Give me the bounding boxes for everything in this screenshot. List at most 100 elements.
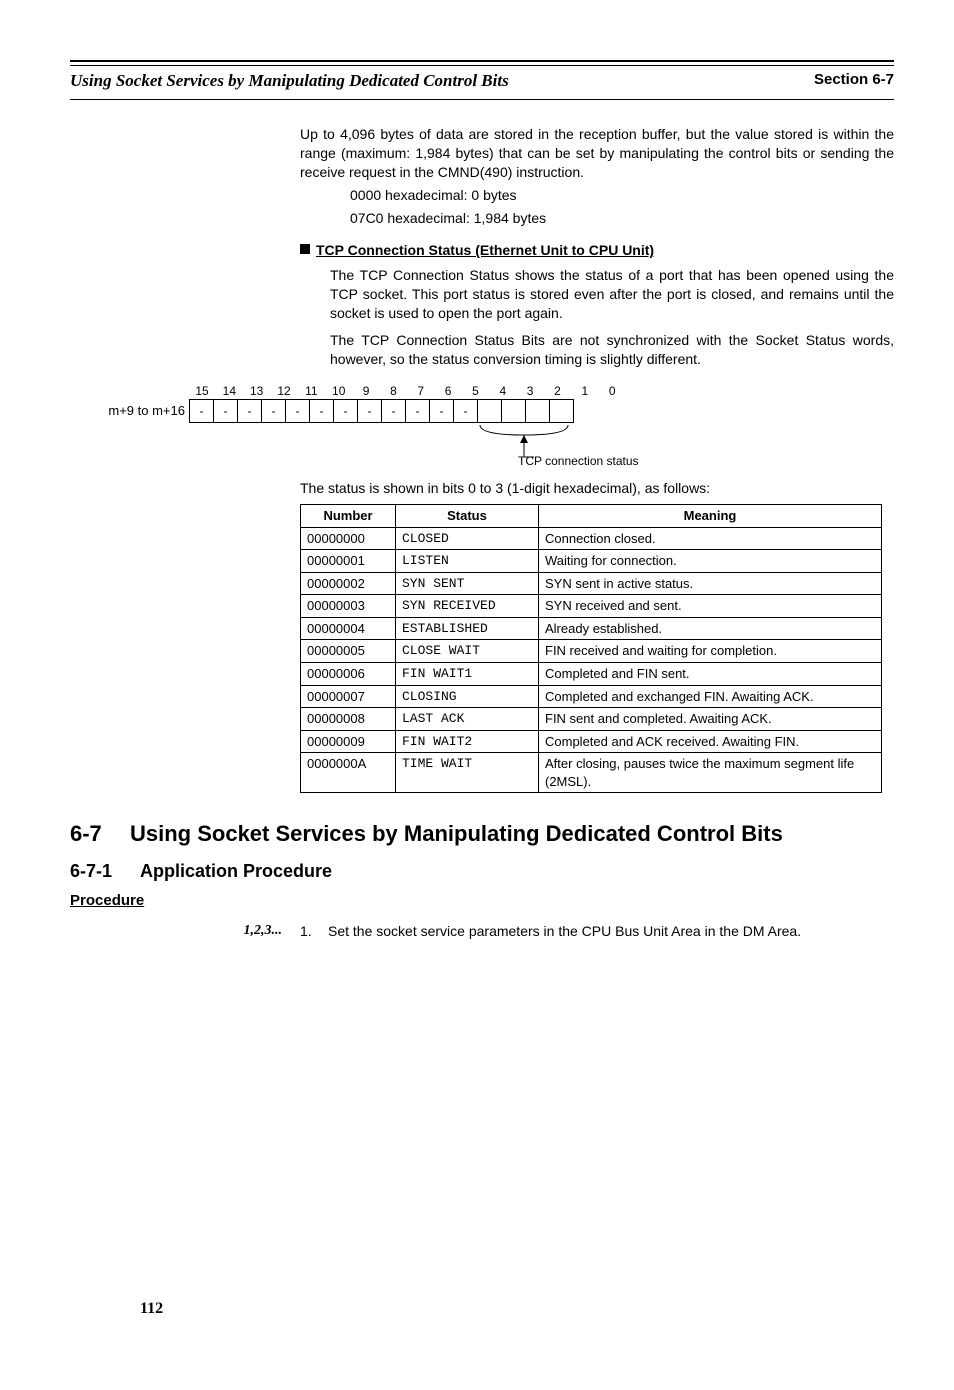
- bit-numbers-row: 15 14 13 12 11 10 9 8 7 6 5 4 3 2 1 0: [190, 383, 894, 399]
- cell-number: 00000004: [301, 617, 396, 640]
- table-row: 00000000CLOSEDConnection closed.: [301, 527, 882, 550]
- subsection-title-text: Application Procedure: [140, 859, 332, 883]
- page-header: Using Socket Services by Manipulating De…: [70, 68, 894, 100]
- th-meaning: Meaning: [539, 505, 882, 528]
- cell-number: 00000001: [301, 550, 396, 573]
- bit-num: 4: [491, 383, 515, 399]
- cell-status: FIN WAIT1: [396, 663, 539, 686]
- step-lead: 1,2,3...: [70, 922, 300, 941]
- bit-cell: -: [189, 399, 214, 423]
- step-text: Set the socket service parameters in the…: [328, 922, 894, 941]
- cell-number: 00000003: [301, 595, 396, 618]
- bit-cell: -: [237, 399, 262, 423]
- cell-meaning: Connection closed.: [539, 527, 882, 550]
- bit-num: 12: [272, 383, 296, 399]
- th-status: Status: [396, 505, 539, 528]
- cell-meaning: FIN sent and completed. Awaiting ACK.: [539, 708, 882, 731]
- bit-cell: -: [381, 399, 406, 423]
- table-row: 00000006FIN WAIT1Completed and FIN sent.: [301, 663, 882, 686]
- bullet-square-icon: [300, 244, 310, 254]
- cell-status: TIME WAIT: [396, 753, 539, 793]
- bit-num: 2: [545, 383, 569, 399]
- cell-number: 00000005: [301, 640, 396, 663]
- subsection-number: 6-7-1: [70, 859, 140, 883]
- tcp-heading-text: TCP Connection Status (Ethernet Unit to …: [316, 242, 654, 258]
- bit-num: 10: [327, 383, 351, 399]
- cell-meaning: SYN sent in active status.: [539, 572, 882, 595]
- bit-row: m+9 to m+16 - - - - - - - - - - - -: [85, 399, 894, 423]
- table-intro: The status is shown in bits 0 to 3 (1-di…: [300, 479, 894, 498]
- bit-num: 14: [217, 383, 241, 399]
- bit-num: 0: [600, 383, 624, 399]
- cell-number: 00000006: [301, 663, 396, 686]
- cell-meaning: SYN received and sent.: [539, 595, 882, 618]
- page-number: 112: [140, 1298, 163, 1320]
- status-table: Number Status Meaning 00000000CLOSEDConn…: [300, 504, 882, 793]
- bit-cell: -: [429, 399, 454, 423]
- bit-cell: -: [405, 399, 430, 423]
- cell-number: 00000000: [301, 527, 396, 550]
- procedure-heading: Procedure: [70, 891, 894, 911]
- cell-meaning: Completed and exchanged FIN. Awaiting AC…: [539, 685, 882, 708]
- bit-num: 5: [463, 383, 487, 399]
- bit-diagram: 15 14 13 12 11 10 9 8 7 6 5 4 3 2 1 0 m+…: [70, 383, 894, 470]
- bit-num: 7: [409, 383, 433, 399]
- cell-number: 00000008: [301, 708, 396, 731]
- cell-status: CLOSE WAIT: [396, 640, 539, 663]
- pointer-label: TCP connection status: [518, 453, 894, 469]
- section-number: 6-7: [70, 819, 130, 849]
- table-row: 00000002SYN SENTSYN sent in active statu…: [301, 572, 882, 595]
- tcp-p2: The TCP Connection Status Bits are not s…: [330, 331, 894, 369]
- cell-status: LAST ACK: [396, 708, 539, 731]
- bit-cell: -: [285, 399, 310, 423]
- table-row: 00000001LISTENWaiting for connection.: [301, 550, 882, 573]
- bit-row-label: m+9 to m+16: [85, 402, 190, 420]
- cell-meaning: Completed and FIN sent.: [539, 663, 882, 686]
- bit-num: 13: [245, 383, 269, 399]
- bit-num: 9: [354, 383, 378, 399]
- th-number: Number: [301, 505, 396, 528]
- table-row: 00000009FIN WAIT2Completed and ACK recei…: [301, 730, 882, 753]
- bit-cell: -: [333, 399, 358, 423]
- intro-line2: 07C0 hexadecimal: 1,984 bytes: [350, 209, 894, 228]
- table-row: 0000000ATIME WAITAfter closing, pauses t…: [301, 753, 882, 793]
- bit-num: 11: [299, 383, 323, 399]
- bit-cell: [501, 399, 526, 423]
- bit-num: 3: [518, 383, 542, 399]
- cell-meaning: Completed and ACK received. Awaiting FIN…: [539, 730, 882, 753]
- bit-cell: [549, 399, 574, 423]
- step-row: 1,2,3... 1. Set the socket service param…: [70, 922, 894, 941]
- bit-cell: [477, 399, 502, 423]
- cell-meaning: FIN received and waiting for completion.: [539, 640, 882, 663]
- section-title-text: Using Socket Services by Manipulating De…: [130, 819, 783, 849]
- cell-number: 0000000A: [301, 753, 396, 793]
- bit-cell: -: [357, 399, 382, 423]
- bit-num: 15: [190, 383, 214, 399]
- bit-cell: -: [213, 399, 238, 423]
- table-row: 00000005CLOSE WAITFIN received and waiti…: [301, 640, 882, 663]
- bit-num: 1: [573, 383, 597, 399]
- top-rule: [70, 60, 894, 66]
- cell-status: SYN RECEIVED: [396, 595, 539, 618]
- cell-number: 00000009: [301, 730, 396, 753]
- intro-p1: Up to 4,096 bytes of data are stored in …: [300, 125, 894, 182]
- table-row: 00000007CLOSINGCompleted and exchanged F…: [301, 685, 882, 708]
- table-header-row: Number Status Meaning: [301, 505, 882, 528]
- cell-number: 00000007: [301, 685, 396, 708]
- cell-number: 00000002: [301, 572, 396, 595]
- tcp-heading: TCP Connection Status (Ethernet Unit to …: [300, 241, 894, 260]
- cell-status: SYN SENT: [396, 572, 539, 595]
- cell-meaning: Waiting for connection.: [539, 550, 882, 573]
- bit-num: 8: [381, 383, 405, 399]
- intro-paragraph: Up to 4,096 bytes of data are stored in …: [300, 125, 894, 227]
- step-number: 1.: [300, 922, 328, 941]
- cell-status: CLOSED: [396, 527, 539, 550]
- header-right: Section 6-7: [814, 70, 894, 93]
- cell-meaning: After closing, pauses twice the maximum …: [539, 753, 882, 793]
- header-left: Using Socket Services by Manipulating De…: [70, 70, 509, 93]
- section-heading: 6-7 Using Socket Services by Manipulatin…: [70, 819, 894, 849]
- bit-cell: -: [309, 399, 334, 423]
- tcp-body: The TCP Connection Status shows the stat…: [330, 266, 894, 368]
- cell-status: LISTEN: [396, 550, 539, 573]
- bit-cell: -: [453, 399, 478, 423]
